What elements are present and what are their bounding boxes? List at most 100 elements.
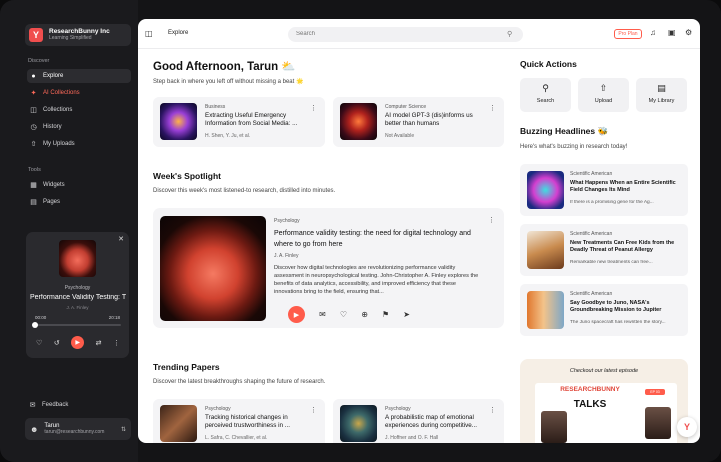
brand-switcher[interactable]: Y ResearchBunny Inc Learning Simplified [25, 24, 131, 46]
seek-handle[interactable] [32, 322, 38, 328]
gift-icon[interactable]: ▣ [668, 28, 676, 37]
sidebar: Y ResearchBunny Inc Learning Simplified … [0, 0, 138, 462]
spotlight-subtitle: Discover this week's most listened-to re… [153, 188, 336, 194]
greeting-title: Good Afternoon, Tarun ⛅ [153, 61, 296, 73]
seek-bar[interactable] [32, 322, 121, 328]
headline-source: Scientific American [570, 291, 613, 297]
trending-card[interactable]: Psychology A probabilistic map of emotio… [333, 399, 504, 443]
widget-icon: ▦ [30, 182, 37, 189]
spotlight-category: Psychology [274, 218, 300, 224]
guest-photo [541, 411, 567, 443]
spotlight-actions: ▶ ✉ ♡ ⊕ ⚑ ➤ [288, 306, 410, 323]
upload-button[interactable]: ⇧ Upload [578, 78, 629, 112]
headline-card[interactable]: Scientific American Say Goodbye to Juno,… [520, 284, 688, 336]
more-icon[interactable]: ⋮ [310, 104, 317, 112]
sidebar-item-my-uploads[interactable]: ⇧ My Uploads [27, 137, 131, 151]
more-icon[interactable]: ⋮ [113, 339, 120, 347]
player-time-current: 00:00 [35, 315, 47, 320]
more-icon[interactable]: ⋮ [489, 406, 496, 414]
page-icon: ▤ [30, 199, 37, 206]
feedback-link[interactable]: ✉ Feedback [28, 400, 69, 409]
sidebar-item-collections[interactable]: ◫ Collections [27, 103, 131, 117]
card-category: Psychology [385, 406, 411, 412]
chevron-updown-icon: ⇅ [120, 426, 126, 433]
headline-title: New Treatments Can Free Kids from the De… [570, 240, 675, 253]
recent-card[interactable]: Computer Science AI model GPT-3 (dis)inf… [333, 97, 504, 147]
card-title: AI model GPT-3 (dis)informs us better th… [385, 112, 473, 127]
more-icon[interactable]: ⋮ [489, 104, 496, 112]
bookmark-icon[interactable]: ⚑ [382, 310, 389, 319]
my-library-button[interactable]: ▤ My Library [636, 78, 687, 112]
heart-icon[interactable]: ♡ [36, 339, 42, 347]
more-icon[interactable]: ⋮ [488, 216, 495, 224]
search-button[interactable]: ⚲ Search [520, 78, 571, 112]
recent-card[interactable]: Business Extracting Useful Emergency Inf… [153, 97, 325, 147]
sidebar-item-label: Widgets [43, 182, 65, 188]
add-icon[interactable]: ⊕ [361, 310, 368, 319]
brand-name: ResearchBunny Inc [49, 28, 110, 35]
episode-brand: RESEARCHBUNNY [560, 386, 620, 393]
page-title: Explore [168, 30, 189, 36]
close-icon[interactable]: ✕ [118, 235, 124, 243]
folder-icon: ◫ [30, 107, 37, 114]
card-authors: H. Shen, Y. Ju, et al. [205, 133, 251, 139]
episode-heading: Checkout our latest episode [569, 368, 639, 374]
card-title: A probabilistic map of emotional experie… [385, 414, 478, 429]
player-artwork [59, 240, 96, 277]
feedback-icon: ✉ [29, 401, 36, 409]
sidebar-item-ai-collections[interactable]: ✦ AI Collections [27, 86, 131, 100]
headlines-title: Buzzing Headlines 🐝 [520, 126, 609, 136]
headline-card[interactable]: Scientific American New Treatments Can F… [520, 224, 688, 276]
share-icon[interactable]: ➤ [403, 310, 410, 319]
rewind-icon[interactable]: ↺ [54, 339, 60, 347]
headline-card[interactable]: Scientific American What Happens When an… [520, 164, 688, 216]
history-icon: ◷ [30, 124, 37, 131]
settings-icon[interactable]: ⚙ [685, 28, 692, 37]
user-menu[interactable]: ☻ Tarun tarun@researchbunny.com ⇅ [25, 418, 131, 440]
play-icon: ▶ [75, 340, 80, 346]
play-button[interactable]: ▶ [71, 336, 85, 349]
headline-title: What Happens When an Entire Scientific F… [570, 180, 676, 193]
search-input[interactable] [288, 27, 523, 42]
spotlight-author: J. A. Finley [274, 253, 299, 259]
repeat-icon[interactable]: ⇄ [96, 339, 102, 347]
sidebar-item-explore[interactable]: ● Explore [27, 69, 131, 83]
card-authors: Not Available [385, 133, 415, 139]
feedback-label: Feedback [42, 401, 69, 408]
sidebar-item-widgets[interactable]: ▦ Widgets [27, 178, 131, 192]
card-thumbnail [340, 405, 377, 442]
latest-episode-card[interactable]: Checkout our latest episode EP 03 RESEAR… [520, 359, 688, 443]
sidebar-item-label: Pages [43, 199, 61, 205]
search-icon[interactable]: ⚲ [507, 30, 512, 38]
app-window: Y ResearchBunny Inc Learning Simplified … [0, 0, 721, 462]
sidebar-item-pages[interactable]: ▤ Pages [27, 195, 131, 209]
card-authors: J. Hoffner and O. F. Hall [385, 435, 439, 441]
bell-icon[interactable]: ♫ [650, 28, 656, 37]
mini-player: ✕ Psychology Performance Validity Testin… [26, 232, 129, 358]
player-time-total: 20:18 [108, 315, 120, 320]
spotlight-card[interactable]: Psychology Performance validity testing:… [153, 208, 504, 328]
quick-action-label: Search [536, 98, 555, 104]
trending-title: Trending Papers [153, 362, 220, 372]
sidebar-item-label: AI Collections [43, 90, 80, 96]
search-icon: ⚲ [542, 83, 549, 93]
host-photo [645, 407, 671, 439]
assistant-button[interactable]: Y [677, 417, 697, 437]
compass-icon: ● [31, 72, 36, 80]
main-panel: ◫ Explore ⚲ Pro Plan ♫ ▣ ⚙ Good Afternoo… [138, 19, 700, 443]
pro-plan-badge[interactable]: Pro Plan [614, 29, 642, 39]
card-title: Extracting Useful Emergency Information … [205, 112, 298, 127]
more-icon[interactable]: ⋮ [310, 406, 317, 414]
card-authors: L. Safra, C. Chevallier, et al. [205, 435, 268, 441]
heart-icon[interactable]: ♡ [340, 310, 347, 319]
play-button[interactable]: ▶ [288, 306, 305, 323]
headline-source: Scientific American [570, 231, 613, 237]
comment-icon[interactable]: ✉ [319, 310, 326, 319]
quick-action-label: Upload [594, 98, 613, 104]
sidebar-item-history[interactable]: ◷ History [27, 120, 131, 134]
trending-card[interactable]: Psychology Tracking historical changes i… [153, 399, 325, 443]
card-category: Business [205, 104, 226, 110]
sidebar-toggle-icon[interactable]: ◫ [145, 29, 153, 38]
sparkle-icon: ✦ [30, 90, 37, 97]
headline-desc: Remarkable new treatments can free... [570, 260, 653, 265]
